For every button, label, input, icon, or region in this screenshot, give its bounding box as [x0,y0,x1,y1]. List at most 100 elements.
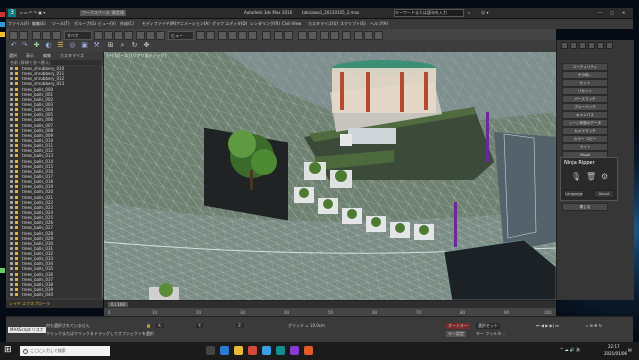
schematic-view-icon[interactable] [330,31,339,40]
visibility-icon[interactable] [10,226,13,230]
maxscript-listener[interactable]: MAXScript リスナ [8,327,46,333]
visibility-icon[interactable] [10,221,13,225]
quick-access-icons[interactable]: ▫ ▭ ↶ ↷ ▣ ▾ [20,10,45,15]
x-coord-field[interactable]: X: [156,323,165,328]
panel-button[interactable]: シーン状態のデータ [562,119,608,127]
modify-icon[interactable]: ◐ [44,41,53,50]
redo-arrow-icon[interactable]: ↷ [20,41,29,50]
scene-list-header[interactable]: 名前 (昇順で並べ替え) [8,60,101,65]
taskbar-search[interactable]: ここに入力して検索 [20,346,110,356]
desktop-app-icon[interactable] [0,12,5,17]
zoom-icon[interactable]: ⌕ [118,41,127,50]
minimize-icon[interactable]: — [598,10,602,15]
visibility-icon[interactable] [10,97,13,101]
task-view-icon[interactable] [206,346,215,355]
settings-icon[interactable]: ⚙ [601,172,608,181]
workspace-dropdown[interactable]: ワークスペース: 既定値 [80,10,127,16]
edge-icon[interactable] [220,346,229,355]
visibility-icon[interactable] [10,293,13,297]
menu-modifiers[interactable]: モディファイヤ(M) [142,21,176,27]
visibility-icon[interactable] [10,185,13,189]
visibility-icon[interactable] [10,241,13,245]
tab-edit[interactable]: 編集 [43,53,51,59]
menu-animation[interactable]: アニメーション(A) [176,21,210,27]
reference-coord-dropdown[interactable]: ビュー [168,31,194,40]
close-icon[interactable]: ✕ [622,10,625,15]
bind-icon[interactable] [52,31,61,40]
lock-icon[interactable]: 🔒 [146,323,151,328]
modify-tab-icon[interactable] [570,42,577,49]
selection-set-dropdown[interactable]: 選択セット [476,323,500,329]
visibility-icon[interactable] [10,288,13,292]
tray-icons[interactable]: ^ ☁ 🔊 あ [560,347,580,353]
panel-button[interactable]: カメラマッチ [562,127,608,135]
render-icon[interactable] [374,31,383,40]
snap-icon[interactable] [218,31,227,40]
visibility-icon[interactable] [10,123,13,127]
visibility-icon[interactable] [10,77,13,81]
y-coord-field[interactable]: Y: [196,323,204,328]
align-icon[interactable] [284,31,293,40]
scale-icon[interactable] [156,31,165,40]
microphone-icon[interactable]: 🎙 [571,172,581,181]
playback-controls[interactable]: ⏮ ◀ ▶ ▶| ⏭ [536,323,559,328]
visibility-icon[interactable] [10,67,13,70]
desktop-app-icon[interactable] [0,32,5,37]
visibility-icon[interactable] [10,200,13,204]
close-rollout-button[interactable]: 閉じる [562,203,608,211]
time-slider-thumb[interactable]: 0 / 100 [108,302,128,307]
visibility-icon[interactable] [10,190,13,194]
z-coord-field[interactable]: Z: [236,323,245,328]
select-icon[interactable] [94,31,103,40]
menu-civil-view[interactable]: Civil View [282,21,301,26]
visibility-icon[interactable] [10,154,13,158]
menu-tools[interactable]: ツール(T) [52,21,70,27]
motion-tab-icon[interactable] [588,42,595,49]
app-icon[interactable] [290,346,299,355]
app-icon[interactable] [304,346,313,355]
app-logo-icon[interactable]: 3 [8,9,16,17]
visibility-icon[interactable] [10,133,13,137]
panel-button[interactable]: ブルーパック [562,103,608,111]
notification-icon[interactable]: ▤ [628,347,632,352]
ribbon-icon[interactable] [308,31,317,40]
visibility-icon[interactable] [10,252,13,256]
visibility-icon[interactable] [10,138,13,142]
hierarchy-icon[interactable]: ☰ [56,41,65,50]
menu-file[interactable]: ファイル(F) [8,21,29,27]
visibility-icon[interactable] [10,87,13,91]
window-crossing-icon[interactable] [124,31,133,40]
panel-button[interactable]: リセット [562,87,608,95]
visibility-icon[interactable] [10,144,13,148]
clock-time[interactable]: 22:17 [608,344,620,349]
tab-display[interactable]: 表示 [26,53,34,59]
panel-button[interactable]: ライト [562,143,608,151]
clock-date[interactable]: 2021/01/06 [604,351,627,356]
rotate-icon[interactable] [146,31,155,40]
spinner-snap-icon[interactable] [248,31,257,40]
menu-view[interactable]: ビュー(V) [98,21,116,27]
maximize-icon[interactable]: ▢ [610,10,614,15]
orbit-icon[interactable]: ↻ [130,41,139,50]
display-tab-icon[interactable] [597,42,604,49]
panel-button[interactable]: セット [562,79,608,87]
visibility-icon[interactable] [10,164,13,168]
material-editor-icon[interactable] [342,31,351,40]
visibility-icon[interactable] [10,195,13,199]
visibility-icon[interactable] [10,108,13,112]
percent-snap-icon[interactable] [238,31,247,40]
hierarchy-tab-icon[interactable] [579,42,586,49]
visibility-icon[interactable] [10,236,13,240]
menu-graph-editors[interactable]: グラフ エディタ(D) [212,21,247,27]
visibility-icon[interactable] [10,174,13,178]
autokey-button[interactable]: オートキー [446,323,470,329]
scene-list-item[interactable]: trees_balls_040 [8,292,101,297]
motion-icon[interactable]: ◎ [68,41,77,50]
viewport-label[interactable]: [+] [パース] [リアリスティック] [107,53,166,59]
panel-button[interactable]: キャンバス [562,111,608,119]
mirror-icon[interactable] [274,31,283,40]
create-tab-icon[interactable] [561,42,568,49]
selection-filter-dropdown[interactable]: すべて [64,31,92,40]
panel-button[interactable]: ユーティリティ [562,63,608,71]
menu-rendering[interactable]: レンダリング(R) [250,21,280,27]
